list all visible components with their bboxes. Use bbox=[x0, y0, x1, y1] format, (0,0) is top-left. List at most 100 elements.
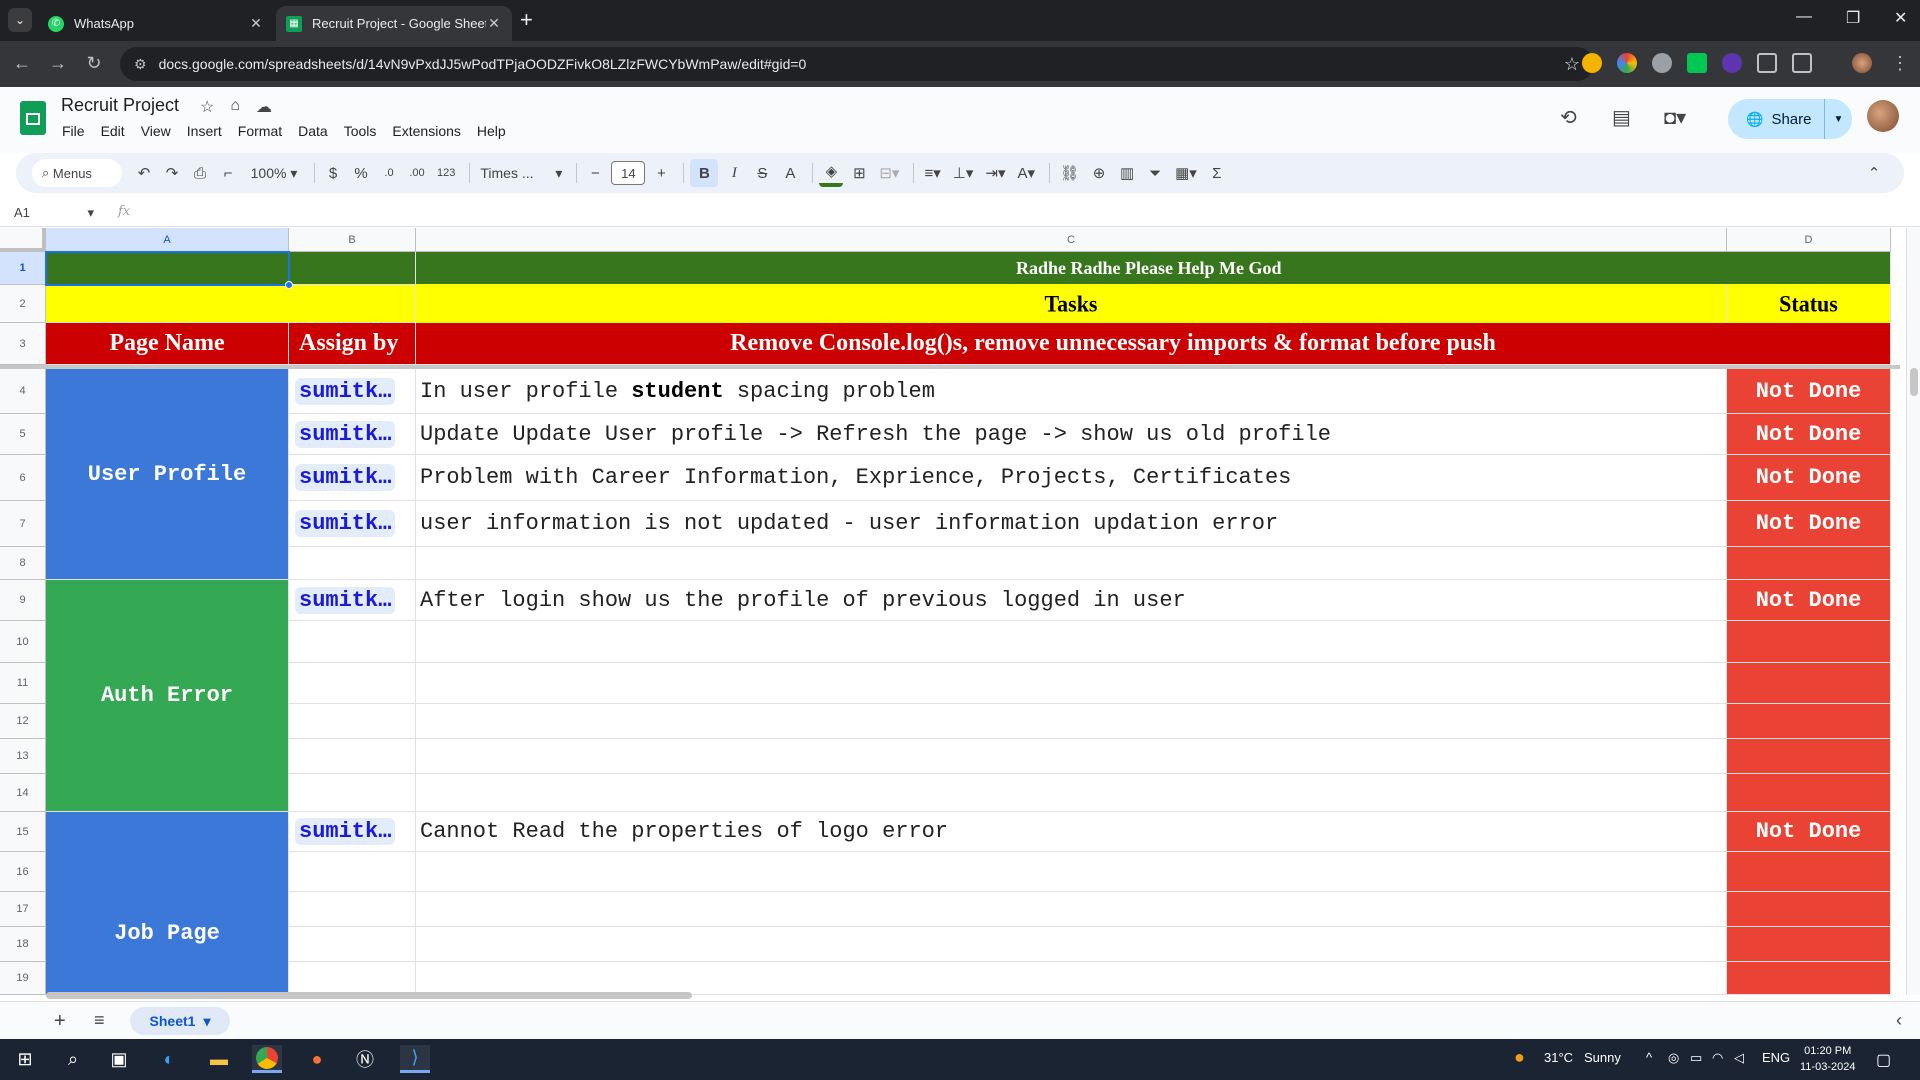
status-header-cell[interactable]: Status bbox=[1727, 284, 1891, 324]
person-chip[interactable]: sumitk… bbox=[295, 464, 396, 491]
extension-icon[interactable] bbox=[1652, 53, 1672, 73]
chrome-icon[interactable] bbox=[252, 1045, 282, 1073]
person-chip[interactable]: sumitk… bbox=[295, 818, 396, 845]
empty-cell[interactable] bbox=[416, 663, 1727, 704]
account-avatar[interactable] bbox=[1867, 100, 1899, 132]
status-cell[interactable]: Not Done bbox=[1727, 580, 1891, 621]
edge-icon[interactable]: ◐ bbox=[154, 1045, 184, 1073]
column-header-c[interactable]: C bbox=[416, 228, 1727, 252]
text-wrapping-icon[interactable]: ⇥▾ bbox=[981, 159, 1009, 187]
empty-cell[interactable] bbox=[289, 739, 416, 774]
name-box[interactable]: A1 ▾ bbox=[14, 205, 94, 221]
extension-icon[interactable] bbox=[1687, 53, 1707, 73]
file-explorer-icon[interactable]: ▬ bbox=[204, 1045, 234, 1073]
task-cell[interactable]: After login show us the profile of previ… bbox=[416, 580, 1727, 621]
row-header[interactable]: 1 bbox=[0, 252, 46, 285]
increase-font-size-icon[interactable]: + bbox=[649, 159, 673, 187]
strikethrough-icon[interactable]: S bbox=[750, 159, 774, 187]
weather-temp[interactable]: 31°C bbox=[1544, 1050, 1573, 1065]
browser-menu-icon[interactable]: ⋮ bbox=[1888, 51, 1912, 75]
empty-cell[interactable] bbox=[289, 621, 416, 663]
task-cell[interactable]: Problem with Career Information, Exprien… bbox=[416, 455, 1727, 501]
spreadsheet-grid[interactable]: A B C D 1 2 3 4 5 6 7 8 9 10 11 12 13 14… bbox=[0, 228, 1920, 995]
add-sheet-icon[interactable]: + bbox=[54, 1010, 66, 1033]
person-chip[interactable]: sumitk… bbox=[295, 510, 396, 537]
cell-b1[interactable] bbox=[289, 252, 416, 285]
status-cell[interactable] bbox=[1727, 852, 1891, 892]
empty-cell[interactable] bbox=[416, 704, 1727, 739]
close-icon[interactable]: ✕ bbox=[248, 15, 264, 32]
new-tab-button[interactable]: + bbox=[520, 8, 533, 32]
collapse-sheet-bar-icon[interactable]: ‹ bbox=[1896, 1010, 1902, 1031]
select-all-corner[interactable] bbox=[0, 228, 46, 252]
tab-search-button[interactable]: ⌄ bbox=[8, 8, 32, 32]
person-chip[interactable]: sumitk… bbox=[295, 586, 396, 614]
status-cell[interactable] bbox=[1727, 621, 1891, 663]
empty-cell[interactable] bbox=[289, 774, 416, 812]
group-cell-job-page[interactable]: Job Page bbox=[46, 812, 289, 995]
italic-button[interactable]: I bbox=[722, 159, 746, 187]
assignee-cell[interactable]: sumitk… bbox=[289, 580, 416, 621]
sheets-logo-icon[interactable] bbox=[20, 101, 46, 135]
menu-help[interactable]: Help bbox=[477, 123, 506, 139]
share-dropdown-icon[interactable]: ▼ bbox=[1824, 99, 1852, 139]
comments-icon[interactable]: ▤ bbox=[1612, 105, 1631, 130]
print-icon[interactable]: ⎙ bbox=[188, 159, 212, 187]
banner-cell[interactable]: Radhe Radhe Please Help Me God bbox=[416, 252, 1891, 285]
all-sheets-icon[interactable]: ≡ bbox=[94, 1010, 105, 1031]
back-icon[interactable]: ← bbox=[10, 51, 34, 75]
task-cell[interactable]: Update Update User profile -> Refresh th… bbox=[416, 414, 1727, 455]
zoom-select[interactable]: 100% ▾ bbox=[244, 159, 304, 187]
group-cell-auth-error[interactable]: Auth Error bbox=[46, 580, 289, 812]
number-format-button[interactable]: 123 bbox=[433, 159, 459, 187]
status-cell[interactable] bbox=[1727, 927, 1891, 962]
empty-cell[interactable] bbox=[416, 547, 1727, 580]
menu-file[interactable]: File bbox=[62, 123, 85, 139]
empty-cell[interactable] bbox=[289, 892, 416, 927]
horizontal-scrollbar[interactable] bbox=[46, 990, 1906, 1000]
filter-views-icon[interactable]: ▦▾ bbox=[1171, 159, 1201, 187]
restore-icon[interactable]: ❐ bbox=[1846, 8, 1860, 28]
decrease-font-size-icon[interactable]: − bbox=[583, 159, 607, 187]
window-close-icon[interactable]: ✕ bbox=[1894, 8, 1907, 28]
assignee-cell[interactable]: sumitk… bbox=[289, 501, 416, 547]
currency-format-button[interactable]: $ bbox=[321, 159, 345, 187]
assign-by-header-cell[interactable]: Assign by bbox=[289, 323, 416, 365]
task-cell[interactable]: user information is not updated - user i… bbox=[416, 501, 1727, 547]
row-header[interactable]: 12 bbox=[0, 704, 46, 739]
empty-cell[interactable] bbox=[289, 547, 416, 580]
insert-link-icon[interactable]: ⛓ bbox=[1056, 159, 1083, 187]
collapse-menus-icon[interactable]: ⌃ bbox=[1862, 159, 1886, 187]
column-header-a[interactable]: A bbox=[46, 228, 289, 252]
cell-a2[interactable] bbox=[46, 285, 416, 323]
tab-google-sheets[interactable]: ▦ Recruit Project - Google Sheets ✕ bbox=[276, 6, 512, 41]
row-header[interactable]: 3 bbox=[0, 323, 46, 365]
empty-cell[interactable] bbox=[289, 704, 416, 739]
row-header[interactable]: 17 bbox=[0, 892, 46, 927]
cloud-saved-icon[interactable]: ☁ bbox=[256, 97, 272, 117]
search-icon[interactable]: ⌕ bbox=[58, 1045, 88, 1073]
empty-cell[interactable] bbox=[416, 852, 1727, 892]
battery-icon[interactable]: ▭ bbox=[1690, 1050, 1702, 1066]
decrease-decimal-button[interactable]: .0 bbox=[377, 159, 401, 187]
row-header[interactable]: 4 bbox=[0, 369, 46, 414]
forward-icon[interactable]: → bbox=[46, 51, 70, 75]
row-header[interactable]: 18 bbox=[0, 927, 46, 962]
volume-icon[interactable]: ◁ bbox=[1734, 1050, 1744, 1066]
extension-icon[interactable] bbox=[1722, 53, 1742, 73]
status-cell[interactable]: Not Done bbox=[1727, 369, 1891, 414]
firefox-icon[interactable]: ● bbox=[302, 1045, 332, 1073]
empty-cell[interactable] bbox=[416, 927, 1727, 962]
menu-extensions[interactable]: Extensions bbox=[392, 123, 460, 139]
note-header-cell[interactable]: Remove Console.log()s, remove unnecessar… bbox=[416, 323, 1891, 365]
row-header[interactable]: 11 bbox=[0, 663, 46, 704]
insert-comment-icon[interactable]: ⊕ bbox=[1087, 159, 1111, 187]
site-info-icon[interactable]: ⚙ bbox=[134, 56, 147, 73]
notion-icon[interactable]: Ⓝ bbox=[350, 1045, 380, 1073]
assignee-cell[interactable]: sumitk… bbox=[289, 455, 416, 501]
person-chip[interactable]: sumitk… bbox=[295, 377, 396, 405]
empty-cell[interactable] bbox=[416, 774, 1727, 812]
status-cell[interactable]: Not Done bbox=[1727, 414, 1891, 455]
chevron-down-icon[interactable]: ▾ bbox=[203, 1013, 210, 1030]
vertical-align-icon[interactable]: ⊥▾ bbox=[949, 159, 978, 187]
